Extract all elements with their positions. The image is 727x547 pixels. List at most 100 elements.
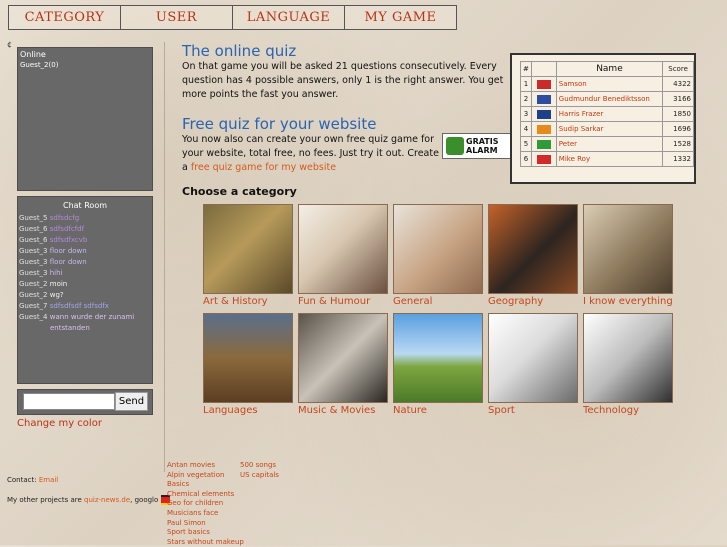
online-user[interactable]: Guest_2(0) <box>18 59 152 69</box>
free-quiz-title[interactable]: Free quiz for your website <box>182 115 376 133</box>
chat-message: Guest_3 floor down <box>18 246 152 257</box>
column-divider <box>164 42 165 472</box>
chat-text: floor down <box>49 247 87 255</box>
category-tile[interactable]: Art & History <box>203 204 293 307</box>
player-score: 1528 <box>662 136 694 152</box>
quiz-link[interactable]: Stars without makeup <box>167 538 244 547</box>
category-label[interactable]: Art & History <box>203 296 293 307</box>
category-label[interactable]: Fun & Humour <box>298 296 388 307</box>
nav-category[interactable]: CATEGORY <box>8 5 120 30</box>
quiz-link[interactable]: US capitals <box>240 471 279 481</box>
alarm-icon <box>446 137 464 155</box>
category-image[interactable] <box>488 204 578 294</box>
chat-message-continuation: entstanden <box>50 324 90 332</box>
category-image[interactable] <box>298 204 388 294</box>
change-color-link[interactable]: Change my color <box>17 418 102 429</box>
chat-author[interactable]: Guest_2 <box>19 291 48 299</box>
country-flag-icon <box>536 124 551 134</box>
category-label[interactable]: General <box>393 296 483 307</box>
quiz-link[interactable]: Musicians face <box>167 509 244 519</box>
player-name[interactable]: Mike Roy <box>555 151 664 167</box>
chat-author[interactable]: Guest_3 <box>19 247 48 255</box>
quiz-link[interactable]: Paul Simon <box>167 519 244 529</box>
category-image[interactable] <box>203 313 293 403</box>
quiz-link[interactable]: Chemical elements <box>167 490 244 500</box>
nav-my-game[interactable]: MY GAME <box>344 5 457 30</box>
free-quiz-link[interactable]: free quiz game for my website <box>191 162 336 173</box>
chat-author[interactable]: Guest_3 <box>19 258 48 266</box>
player-score: 1332 <box>662 151 694 167</box>
chat-text: moin <box>49 280 68 288</box>
chat-message: Guest_3 hihi <box>18 268 152 279</box>
chat-author[interactable]: Guest_5 <box>19 214 48 222</box>
category-image[interactable] <box>393 313 483 403</box>
chat-message: Guest_6 sdfsdfxcvb <box>18 235 152 246</box>
gratis-alarm-badge[interactable]: GRATIS ALARM <box>442 133 512 159</box>
player-name[interactable]: Peter <box>555 136 664 152</box>
chat-author[interactable]: Guest_6 <box>19 225 48 233</box>
chat-message: Guest_6 sdfsdfcfdf <box>18 224 152 235</box>
quiz-link[interactable]: Alpin vegetation <box>167 471 244 481</box>
chat-message: Guest_2 wg? <box>18 290 152 301</box>
quiz-news-link[interactable]: quiz-news.de <box>84 496 130 504</box>
chat-message: Guest_2 moin <box>18 279 152 290</box>
category-tile[interactable]: I know everything <box>583 204 673 307</box>
chat-author[interactable]: Guest_7 <box>19 302 48 310</box>
chat-author[interactable]: Guest_4 <box>19 313 48 321</box>
player-name[interactable]: Samson <box>555 76 664 92</box>
online-users-panel: Online Guest_2(0) <box>17 47 153 191</box>
email-link[interactable]: Email <box>39 476 58 484</box>
highscore-table: # Name Score 1 Samson 4322 2 Gudmundur Bened… <box>520 61 694 167</box>
country-flag-icon <box>536 79 551 89</box>
country-flag-icon <box>536 109 551 119</box>
category-tile[interactable]: Geography <box>488 204 578 307</box>
chat-author[interactable]: Guest_2 <box>19 280 48 288</box>
category-image[interactable] <box>583 313 673 403</box>
quiz-link[interactable]: 500 songs <box>240 461 279 471</box>
highscore-row: 4 Sudip Sarkar 1696 <box>520 121 694 137</box>
nav-language[interactable]: LANGUAGE <box>232 5 344 30</box>
chat-title: Chat Room <box>62 201 108 210</box>
category-tile[interactable]: Nature <box>393 313 483 416</box>
chat-text: sdfsdfxcvb <box>49 236 88 244</box>
category-tile[interactable]: Technology <box>583 313 673 416</box>
player-name[interactable]: Harris Frazer <box>555 106 664 122</box>
intro-title: The online quiz <box>182 42 297 60</box>
chat-author[interactable]: Guest_6 <box>19 236 48 244</box>
quiz-link[interactable]: Antan movies <box>167 461 244 471</box>
online-title: Online <box>20 50 46 59</box>
category-tile[interactable]: Fun & Humour <box>298 204 388 307</box>
quiz-link[interactable]: Geo for children <box>167 499 244 509</box>
category-tile[interactable]: Sport <box>488 313 578 416</box>
send-button[interactable]: Send <box>115 392 148 411</box>
chat-input[interactable] <box>23 393 115 410</box>
category-label[interactable]: Music & Movies <box>298 405 388 416</box>
player-name[interactable]: Sudip Sarkar <box>555 121 664 137</box>
nav-user[interactable]: USER <box>120 5 232 30</box>
category-tile[interactable]: General <box>393 204 483 307</box>
chat-author[interactable]: Guest_3 <box>19 269 48 277</box>
category-label[interactable]: Languages <box>203 405 293 416</box>
country-flag-icon <box>536 139 551 149</box>
top-nav: CATEGORY USER LANGUAGE MY GAME <box>8 5 457 30</box>
choose-category-heading: Choose a category <box>182 185 297 198</box>
player-name[interactable]: Gudmundur Benediktsson <box>555 91 664 107</box>
category-label[interactable]: I know everything <box>583 296 673 307</box>
category-label[interactable]: Technology <box>583 405 673 416</box>
category-label[interactable]: Sport <box>488 405 578 416</box>
category-label[interactable]: Geography <box>488 296 578 307</box>
quiz-link[interactable]: Sport basics <box>167 528 244 538</box>
category-image[interactable] <box>203 204 293 294</box>
chat-message: Guest_3 floor down <box>18 257 152 268</box>
category-label[interactable]: Nature <box>393 405 483 416</box>
category-tile[interactable]: Music & Movies <box>298 313 388 416</box>
category-tile[interactable]: Languages <box>203 313 293 416</box>
category-image[interactable] <box>393 204 483 294</box>
category-image[interactable] <box>488 313 578 403</box>
quiz-links-column-2: 500 songs US capitals <box>240 461 279 480</box>
chat-messages: Guest_5 sdfsdcfg Guest_6 sdfsdfcfdf Guest_… <box>18 213 152 323</box>
country-flag-icon <box>536 94 551 104</box>
category-image[interactable] <box>583 204 673 294</box>
category-image[interactable] <box>298 313 388 403</box>
quiz-link[interactable]: Basics <box>167 480 244 490</box>
